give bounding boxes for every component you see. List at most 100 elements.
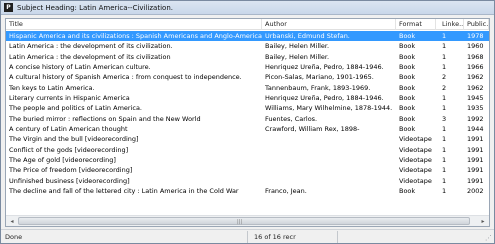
cell-author: Henriquez Ureña, Pedro, 1884-1946.: [265, 94, 384, 103]
table-row[interactable]: The Price of freedom [videorecording] Vid…: [6, 165, 489, 175]
cell-author: [262, 176, 396, 186]
cell-format: Book: [399, 104, 416, 113]
cell-linked: 1: [442, 156, 447, 165]
table-row[interactable]: Latin America : the development of its c…: [6, 41, 489, 51]
cell-publication: 1944: [467, 125, 484, 134]
cell-format: Book: [399, 63, 416, 72]
horizontal-scrollbar[interactable]: ◂ ||| ▸: [6, 215, 489, 226]
cell-publication: 1962: [467, 73, 484, 82]
cell-linked: 1: [442, 94, 447, 103]
table-row[interactable]: Hispanic America and its civilizations :…: [6, 31, 489, 42]
scroll-left-icon[interactable]: ◂: [7, 217, 17, 226]
results-list: Title Author Format Linke... Public... H…: [5, 18, 490, 227]
cell-publication: 1991: [467, 156, 484, 165]
table-row[interactable]: Unfinished business [videorecording] Vide…: [6, 176, 489, 186]
cell-title: The buried mirror : reflections on Spain…: [9, 114, 201, 123]
cell-author: Tannenbaum, Frank, 1893-1969.: [265, 83, 371, 92]
cell-author: [262, 145, 396, 155]
cell-title: Hispanic America and its civilizations :…: [9, 32, 262, 40]
cell-title: Literary currents in Hispanic America: [9, 94, 130, 103]
cell-linked: 1: [442, 176, 447, 185]
cell-author: [262, 155, 396, 165]
cell-linked: 1: [442, 42, 447, 51]
cell-linked: 1: [442, 125, 447, 134]
table-row[interactable]: The decline and fall of the lettered cit…: [6, 186, 489, 196]
column-header-author[interactable]: Author: [262, 19, 396, 30]
cell-title: A century of Latin American thought: [9, 125, 128, 134]
scrollbar-thumb[interactable]: |||: [18, 217, 470, 225]
cell-author: Bailey, Helen Miller.: [265, 42, 330, 51]
cell-title: Latin America : the development of its c…: [9, 52, 171, 61]
cell-title: The Virgin and the bull [videorecording]: [9, 135, 139, 144]
column-header-format[interactable]: Format: [396, 19, 436, 30]
cell-format: Book: [399, 73, 416, 82]
main-window: P Subject Heading: Latin America--Civili…: [0, 0, 495, 244]
table-row[interactable]: Ten keys to Latin America. Tannenbaum, Fr…: [6, 83, 489, 93]
scrollbar-grip-icon: |||: [237, 219, 243, 225]
app-icon: P: [4, 3, 13, 12]
cell-author: [262, 165, 396, 175]
title-bar[interactable]: P Subject Heading: Latin America--Civili…: [1, 1, 494, 15]
cell-linked: 1: [442, 145, 447, 154]
table-row[interactable]: A cultural history of Spanish America : …: [6, 72, 489, 82]
cell-linked: 1: [442, 52, 447, 61]
table-row[interactable]: The buried mirror : reflections on Spain…: [6, 114, 489, 124]
cell-title: The Age of gold [videorecording]: [9, 156, 116, 165]
scroll-right-icon[interactable]: ▸: [478, 217, 488, 226]
cell-format: Videotape: [399, 166, 432, 175]
cell-publication: 1966: [467, 63, 484, 72]
table-row[interactable]: Conflict of the gods [videorecording] Vid…: [6, 145, 489, 155]
cell-title: Ten keys to Latin America.: [9, 83, 95, 92]
cell-title: The people and politics of Latin America…: [9, 104, 142, 113]
cell-format: Book: [399, 94, 416, 103]
column-header-publication[interactable]: Public...: [464, 19, 489, 30]
cell-title: The Price of freedom [videorecording]: [9, 166, 133, 175]
cell-title: A concise history of Latin American cult…: [9, 63, 151, 72]
cell-author: Crawford, William Rex, 1898-: [265, 125, 360, 134]
cell-publication: 2002: [467, 187, 484, 196]
cell-publication: 1935: [467, 104, 484, 113]
cell-author: Franco, Jean.: [265, 187, 307, 196]
table-row[interactable]: Latin America : the development of its c…: [6, 52, 489, 62]
cell-linked: 2: [442, 73, 447, 82]
table-row[interactable]: The Virgin and the bull [videorecording]…: [6, 134, 489, 144]
cell-format: Book: [399, 83, 416, 92]
table-row[interactable]: A century of Latin American thought Crawf…: [6, 124, 489, 134]
cell-publication: 1962: [467, 83, 484, 92]
cell-format: Videotape: [399, 156, 432, 165]
cell-author: Fuentes, Carlos.: [265, 114, 318, 123]
cell-linked: 1: [442, 187, 447, 196]
column-header-row: Title Author Format Linke... Public...: [6, 19, 489, 30]
record-count: 16 of 16 recr: [247, 231, 337, 243]
column-header-linked[interactable]: Linke...: [436, 19, 464, 30]
cell-format: Book: [399, 114, 416, 123]
cell-publication: 1960: [467, 42, 484, 51]
column-header-title[interactable]: Title: [6, 19, 262, 30]
cell-author: Henriquez Ureña, Pedro, 1884-1946.: [265, 63, 384, 72]
status-divider: [337, 231, 338, 243]
result-rows: Hispanic America and its civilizations :…: [6, 31, 489, 197]
cell-title: Conflict of the gods [videorecording]: [9, 145, 129, 154]
table-row[interactable]: A concise history of Latin American cult…: [6, 62, 489, 72]
cell-title: A cultural history of Spanish America : …: [9, 73, 242, 82]
resize-grip-icon[interactable]: ⋰: [485, 234, 492, 242]
cell-author: Bailey, Helen Miller.: [265, 52, 330, 61]
cell-linked: 1: [442, 63, 447, 72]
cell-linked: 2: [442, 83, 447, 92]
table-row[interactable]: The Age of gold [videorecording] Videotap…: [6, 155, 489, 165]
table-row[interactable]: Literary currents in Hispanic America Hen…: [6, 93, 489, 103]
cell-publication: 1992: [467, 114, 484, 123]
cell-author: [262, 134, 396, 144]
cell-format: Book: [399, 32, 416, 40]
cell-format: Book: [399, 125, 416, 134]
cell-publication: 1991: [467, 145, 484, 154]
cell-linked: 1: [442, 135, 447, 144]
cell-linked: 1: [442, 32, 447, 40]
cell-format: Videotape: [399, 176, 432, 185]
cell-format: Videotape: [399, 145, 432, 154]
cell-publication: 1978: [467, 32, 484, 40]
table-row[interactable]: The people and politics of Latin America…: [6, 103, 489, 113]
cell-publication: 1968: [467, 52, 484, 61]
cell-title: Unfinished business [videorecording]: [9, 176, 130, 185]
cell-format: Book: [399, 52, 416, 61]
